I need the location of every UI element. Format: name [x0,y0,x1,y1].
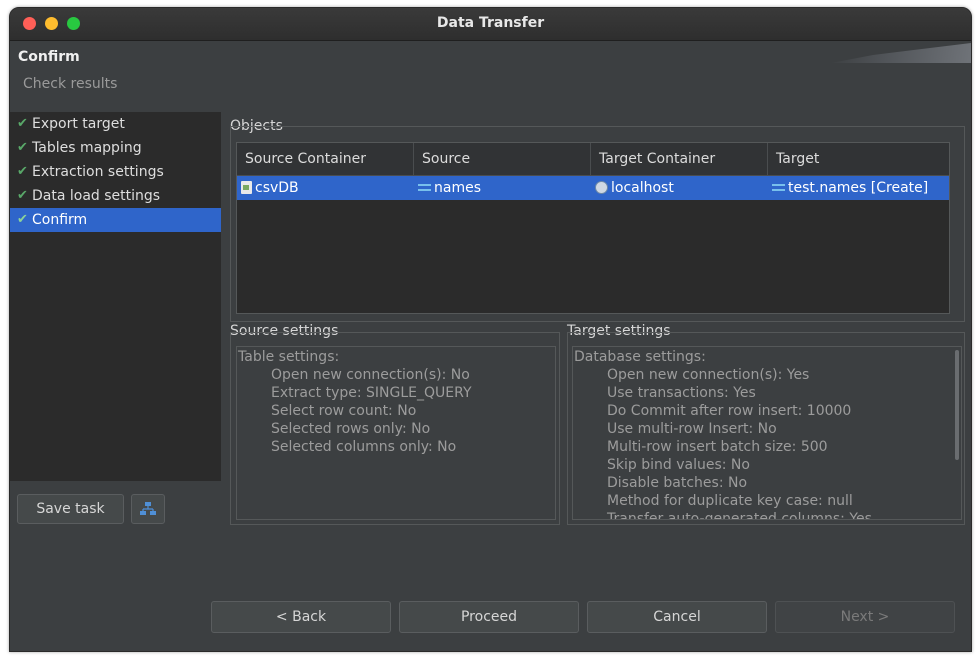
check-icon: ✔ [17,164,28,179]
next-button[interactable]: Next > [775,601,955,633]
check-icon: ✔ [17,140,28,155]
tree-icon [140,502,156,515]
source-settings-text[interactable]: Table settings: Open new connection(s): … [236,346,556,520]
objects-table[interactable]: Source Container Source Target Container… [236,142,950,314]
target-setting-line: Multi-row insert batch size: 500 [607,439,828,455]
cell-source-container: csvDB [237,176,414,200]
source-setting-line: Open new connection(s): No [271,367,470,383]
source-setting-line: Select row count: No [271,403,417,419]
check-icon: ✔ [17,188,28,203]
target-setting-line: Method for duplicate key case: null [607,493,853,509]
target-setting-line: Use transactions: Yes [607,385,756,401]
save-task-button[interactable]: Save task [17,494,124,524]
table-row[interactable]: csvDB names localhost test.names [Create… [237,176,949,200]
table-icon [772,183,785,191]
table-header: Source Container Source Target Container… [237,143,949,176]
target-settings-heading: Database settings: [574,349,706,365]
proceed-button[interactable]: Proceed [399,601,579,633]
back-button[interactable]: < Back [211,601,391,633]
window-title: Data Transfer [436,15,545,31]
target-setting-line: Transfer auto-generated columns: Yes [607,511,872,520]
cell-source: names [414,176,591,200]
nav-item-extraction-settings[interactable]: ✔ Extraction settings [10,160,221,184]
column-header-source-container[interactable]: Source Container [237,143,414,175]
page-header: Confirm Check results [10,41,971,111]
title-bar: Data Transfer [10,8,971,41]
column-header-target-container[interactable]: Target Container [591,143,768,175]
data-transfer-window: Data Transfer Confirm Check results ✔ Ex… [9,7,972,652]
task-config-button[interactable] [131,494,165,524]
nav-item-confirm[interactable]: ✔ Confirm [10,208,221,232]
nav-item-label: Tables mapping [32,140,142,156]
check-icon: ✔ [17,116,28,131]
nav-item-label: Extraction settings [32,164,164,180]
nav-item-export-target[interactable]: ✔ Export target [10,112,221,136]
wizard-steps-nav: ✔ Export target ✔ Tables mapping ✔ Extra… [10,112,221,481]
csv-file-icon [241,180,252,194]
source-setting-line: Extract type: SINGLE_QUERY [271,385,472,401]
cancel-button[interactable]: Cancel [587,601,767,633]
table-icon [418,183,431,191]
source-settings-heading: Table settings: [238,349,340,365]
header-decoration [831,43,971,63]
source-setting-line: Selected columns only: No [271,439,457,455]
page-subtitle: Check results [23,76,118,92]
nav-item-tables-mapping[interactable]: ✔ Tables mapping [10,136,221,160]
nav-item-label: Export target [32,116,125,132]
target-setting-line: Skip bind values: No [607,457,750,473]
check-icon: ✔ [17,212,28,227]
source-setting-line: Selected rows only: No [271,421,431,437]
postgresql-icon [595,180,608,194]
target-settings-scrollbar[interactable] [955,350,959,460]
target-setting-line: Disable batches: No [607,475,748,491]
column-header-target[interactable]: Target [768,143,950,175]
nav-item-label: Confirm [32,212,88,228]
cell-target: test.names [Create] [768,176,950,200]
page-title: Confirm [18,49,80,65]
nav-item-label: Data load settings [32,188,161,204]
target-setting-line: Do Commit after row insert: 10000 [607,403,852,419]
cell-target-container: localhost [591,176,768,200]
nav-item-data-load-settings[interactable]: ✔ Data load settings [10,184,221,208]
target-settings-text[interactable]: Database settings: Open new connection(s… [572,346,962,520]
target-setting-line: Use multi-row Insert: No [607,421,777,437]
column-header-source[interactable]: Source [414,143,591,175]
target-setting-line: Open new connection(s): Yes [607,367,810,383]
